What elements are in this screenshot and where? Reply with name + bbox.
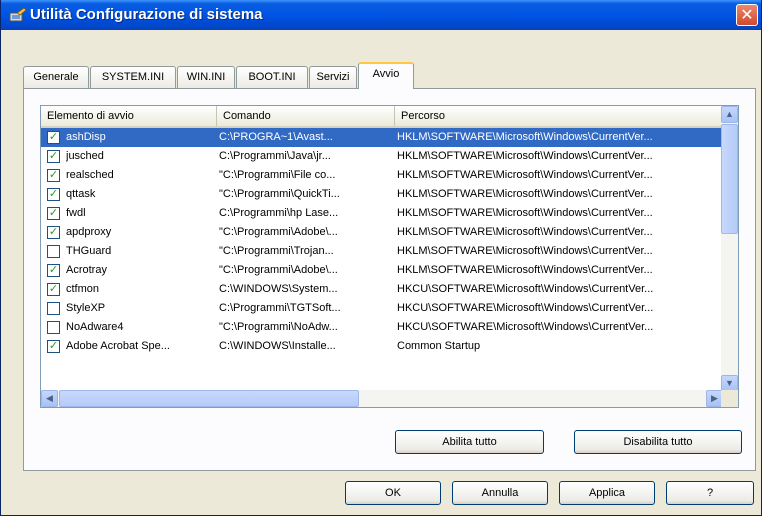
startup-item-name: apdproxy [66,226,112,238]
startup-checkbox[interactable]: ✓ [47,131,60,144]
column-header-location[interactable]: Percorso [395,106,723,126]
arrow-left-icon: ◀ [46,393,53,403]
startup-list[interactable]: Elemento di avvio Comando Percorso ✓ ashD… [40,105,739,408]
list-item[interactable]: ✓ fwdl C:\Programmi\hp Lase... HKLM\SOFTWAR… [41,204,723,223]
startup-item-location: HKLM\SOFTWARE\Microsoft\Windows\CurrentV… [397,169,653,181]
startup-checkbox[interactable] [47,321,60,334]
list-item[interactable]: ✓ Adobe Acrobat Spe... C:\WINDOWS\Installe… [41,337,723,356]
arrow-down-icon: ▼ [725,378,734,388]
startup-item-name: Adobe Acrobat Spe... [66,340,170,352]
startup-item-name: Acrotray [66,264,107,276]
startup-item-name: realsched [66,169,114,181]
list-item[interactable]: ✓ ctfmon C:\WINDOWS\System... HKCU\SOFTWARE… [41,280,723,299]
startup-item-name: StyleXP [66,302,106,314]
msconfig-app-icon [9,7,27,23]
startup-item-location: HKCU\SOFTWARE\Microsoft\Windows\CurrentV… [397,283,654,295]
ok-button[interactable]: OK [345,481,441,505]
startup-item-command: "C:\Programmi\File co... [219,169,336,181]
startup-item-location: HKLM\SOFTWARE\Microsoft\Windows\CurrentV… [397,188,653,200]
startup-item-location: HKLM\SOFTWARE\Microsoft\Windows\CurrentV… [397,245,653,257]
startup-checkbox[interactable] [47,302,60,315]
startup-item-location: HKLM\SOFTWARE\Microsoft\Windows\CurrentV… [397,150,653,162]
startup-item-location: HKLM\SOFTWARE\Microsoft\Windows\CurrentV… [397,264,653,276]
startup-checkbox[interactable]: ✓ [47,226,60,239]
startup-item-command: C:\Programmi\hp Lase... [219,207,339,219]
startup-item-location: HKLM\SOFTWARE\Microsoft\Windows\CurrentV… [397,131,653,143]
close-button[interactable]: ✕ [736,4,758,26]
tab-generale[interactable]: Generale [23,66,89,88]
horizontal-scrollbar[interactable]: ◀ ▶ [41,390,723,407]
arrow-right-icon: ▶ [711,393,718,403]
vertical-scroll-thumb[interactable] [721,124,738,234]
startup-item-command: C:\Programmi\Java\jr... [219,150,331,162]
startup-panel: Elemento di avvio Comando Percorso ✓ ashD… [23,88,756,471]
list-item[interactable]: ✓ jusched C:\Programmi\Java\jr... HKLM\SOFT… [41,147,723,166]
startup-item-name: qttask [66,188,96,200]
startup-item-name: NoAdware4 [66,321,124,333]
list-rows: ✓ ashDisp C:\PROGRA~1\Avast... HKLM\SOFTWAR… [41,128,723,356]
startup-item-name: jusched [66,150,104,162]
tab-avvio[interactable]: Avvio [358,62,414,89]
startup-item-location: HKLM\SOFTWARE\Microsoft\Windows\CurrentV… [397,226,653,238]
column-header-startup-item[interactable]: Elemento di avvio [41,106,217,126]
tab-boot-ini[interactable]: BOOT.INI [236,66,308,88]
list-item[interactable]: ✓ qttask "C:\Programmi\QuickTi... HKLM\SOFT… [41,185,723,204]
startup-item-command: C:\Programmi\TGTSoft... [219,302,341,314]
startup-item-location: HKCU\SOFTWARE\Microsoft\Windows\CurrentV… [397,302,654,314]
scroll-up-button[interactable]: ▲ [721,106,738,123]
title-bar[interactable]: Utilità Configurazione di sistema ✕ [1,0,761,30]
startup-checkbox[interactable] [47,245,60,258]
startup-item-command: C:\WINDOWS\System... [219,283,338,295]
startup-item-location: Common Startup [397,340,481,352]
tab-system-ini[interactable]: SYSTEM.INI [90,66,176,88]
list-item[interactable]: ✓ apdproxy "C:\Programmi\Adobe\... HKLM\SOF… [41,223,723,242]
tab-win-ini[interactable]: WIN.INI [177,66,235,88]
startup-checkbox[interactable]: ✓ [47,150,60,163]
startup-item-location: HKLM\SOFTWARE\Microsoft\Windows\CurrentV… [397,207,653,219]
startup-item-command: "C:\Programmi\Adobe\... [219,264,338,276]
list-item[interactable]: ✓ realsched "C:\Programmi\File co... HKLM\S… [41,166,723,185]
tab-servizi[interactable]: Servizi [309,66,357,88]
list-item[interactable]: THGuard "C:\Programmi\Trojan... HKLM\SOFTW… [41,242,723,261]
startup-item-command: "C:\Programmi\Trojan... [219,245,334,257]
startup-item-command: "C:\Programmi\Adobe\... [219,226,338,238]
startup-item-name: ctfmon [66,283,100,295]
list-item[interactable]: NoAdware4 "C:\Programmi\NoAdw... HKCU\SOFT… [41,318,723,337]
scrollbar-corner [721,390,738,407]
startup-item-name: fwdl [66,207,86,219]
startup-checkbox[interactable]: ✓ [47,207,60,220]
list-item[interactable]: ✓ ashDisp C:\PROGRA~1\Avast... HKLM\SOFTWAR… [41,128,723,147]
startup-item-command: C:\WINDOWS\Installe... [219,340,336,352]
startup-checkbox[interactable]: ✓ [47,283,60,296]
startup-item-command: "C:\Programmi\NoAdw... [219,321,338,333]
startup-checkbox[interactable]: ✓ [47,340,60,353]
startup-checkbox[interactable]: ✓ [47,188,60,201]
msconfig-window: Utilità Configurazione di sistema ✕ Gene… [0,0,762,516]
enable-all-button[interactable]: Abilita tutto [395,430,544,454]
startup-checkbox[interactable]: ✓ [47,264,60,277]
vertical-scrollbar[interactable]: ▲ ▼ [721,106,738,392]
close-icon: ✕ [740,7,754,24]
window-title: Utilità Configurazione di sistema [30,6,263,23]
list-header: Elemento di avvio Comando Percorso [41,106,723,128]
cancel-button[interactable]: Annulla [452,481,548,505]
list-item[interactable]: StyleXP C:\Programmi\TGTSoft... HKCU\SOFTW… [41,299,723,318]
help-button[interactable]: ? [666,481,754,505]
startup-item-name: THGuard [66,245,112,257]
column-header-command[interactable]: Comando [217,106,395,126]
startup-item-command: "C:\Programmi\QuickTi... [219,188,340,200]
startup-item-location: HKCU\SOFTWARE\Microsoft\Windows\CurrentV… [397,321,654,333]
scroll-left-button[interactable]: ◀ [41,390,58,407]
startup-item-name: ashDisp [66,131,106,143]
horizontal-scroll-thumb[interactable] [59,390,359,407]
apply-button[interactable]: Applica [559,481,655,505]
startup-item-command: C:\PROGRA~1\Avast... [219,131,333,143]
disable-all-button[interactable]: Disabilita tutto [574,430,742,454]
arrow-up-icon: ▲ [725,109,734,119]
startup-checkbox[interactable]: ✓ [47,169,60,182]
list-item[interactable]: ✓ Acrotray "C:\Programmi\Adobe\... HKLM\SOF… [41,261,723,280]
